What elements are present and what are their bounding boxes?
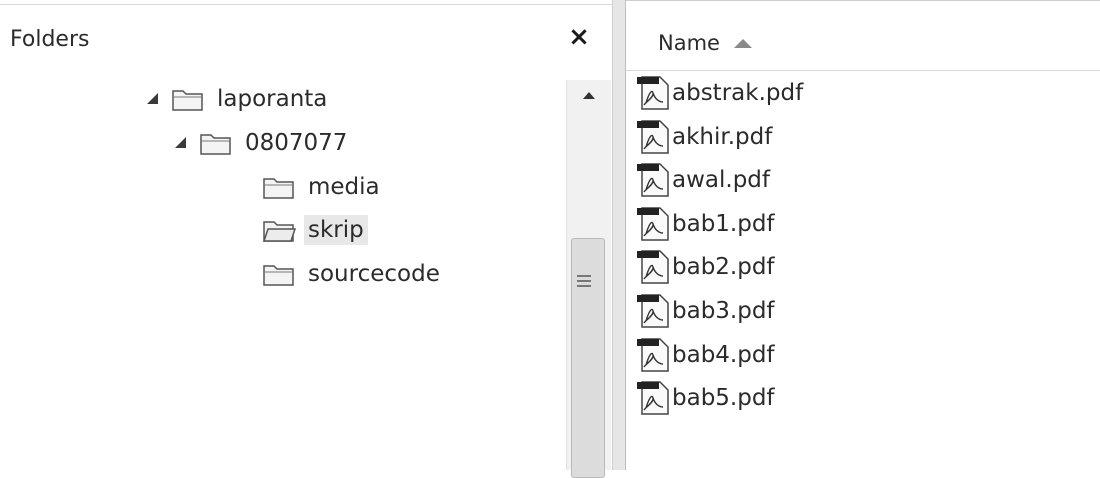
pane-splitter[interactable] xyxy=(612,0,626,470)
close-folders-button[interactable]: × xyxy=(565,23,593,51)
name-column-header[interactable]: Name xyxy=(658,31,752,55)
pdf-file-icon xyxy=(636,337,670,373)
scroll-up-arrow-icon[interactable] xyxy=(567,80,611,112)
scrollbar-thumb[interactable] xyxy=(571,238,605,478)
file-row[interactable]: bab3.pdf xyxy=(636,291,775,331)
tree-item-sourcecode[interactable]: sourcecode xyxy=(262,256,444,292)
file-name: bab4.pdf xyxy=(672,341,775,368)
tree-item-label: 0807077 xyxy=(245,130,348,156)
file-row[interactable]: bab4.pdf xyxy=(636,335,775,375)
file-name: awal.pdf xyxy=(672,167,770,194)
tree-item-laporanta[interactable]: laporanta xyxy=(145,81,331,117)
file-name: bab5.pdf xyxy=(672,385,775,412)
pdf-file-icon xyxy=(636,293,670,329)
file-row[interactable]: awal.pdf xyxy=(636,160,770,200)
folders-scrollbar[interactable] xyxy=(566,80,611,478)
file-name: abstrak.pdf xyxy=(672,80,804,106)
file-list-pane: Name abstrak.pdf akhir.pdf awal.pdf bab1.pd… xyxy=(626,0,1100,470)
name-column-label: Name xyxy=(658,31,720,55)
folders-pane: Folders × laporanta 0807077 media skrip … xyxy=(0,0,612,478)
expanded-arrow-icon[interactable] xyxy=(173,136,187,150)
tree-item-label: sourcecode xyxy=(308,261,440,287)
folder-icon xyxy=(200,134,231,155)
folder-icon xyxy=(263,178,294,199)
file-row[interactable]: abstrak.pdf xyxy=(636,73,803,113)
pdf-file-icon xyxy=(636,162,670,198)
pdf-file-icon xyxy=(636,206,670,242)
column-header-row: Name xyxy=(626,9,1100,71)
grip-icon xyxy=(577,275,591,287)
tree-item-media[interactable]: media xyxy=(262,169,384,205)
file-row[interactable]: bab1.pdf xyxy=(636,204,775,244)
tree-item-skrip[interactable]: skrip xyxy=(262,212,368,248)
file-row[interactable]: bab5.pdf xyxy=(636,378,775,418)
folders-pane-title: Folders xyxy=(10,27,90,52)
folders-header: Folders × xyxy=(0,4,612,79)
folder-open-icon xyxy=(262,221,296,242)
file-name: bab2.pdf xyxy=(672,254,775,281)
sort-ascending-icon xyxy=(733,38,752,48)
folder-icon xyxy=(172,90,203,111)
folder-icon xyxy=(263,265,294,286)
tree-item-label: laporanta xyxy=(217,86,328,112)
file-name: bab1.pdf xyxy=(672,210,775,237)
file-name: akhir.pdf xyxy=(672,123,773,150)
file-row[interactable]: bab2.pdf xyxy=(636,247,775,287)
tree-item-label: media xyxy=(308,174,380,200)
expanded-arrow-icon[interactable] xyxy=(145,92,159,106)
file-name: bab3.pdf xyxy=(672,298,775,324)
pdf-file-icon xyxy=(636,75,670,111)
tree-item-label: skrip xyxy=(304,215,368,245)
file-row[interactable]: akhir.pdf xyxy=(636,117,772,157)
pdf-file-icon xyxy=(636,119,670,155)
pdf-file-icon xyxy=(636,380,670,416)
pdf-file-icon xyxy=(636,249,670,285)
tree-item-0807077[interactable]: 0807077 xyxy=(173,125,351,161)
